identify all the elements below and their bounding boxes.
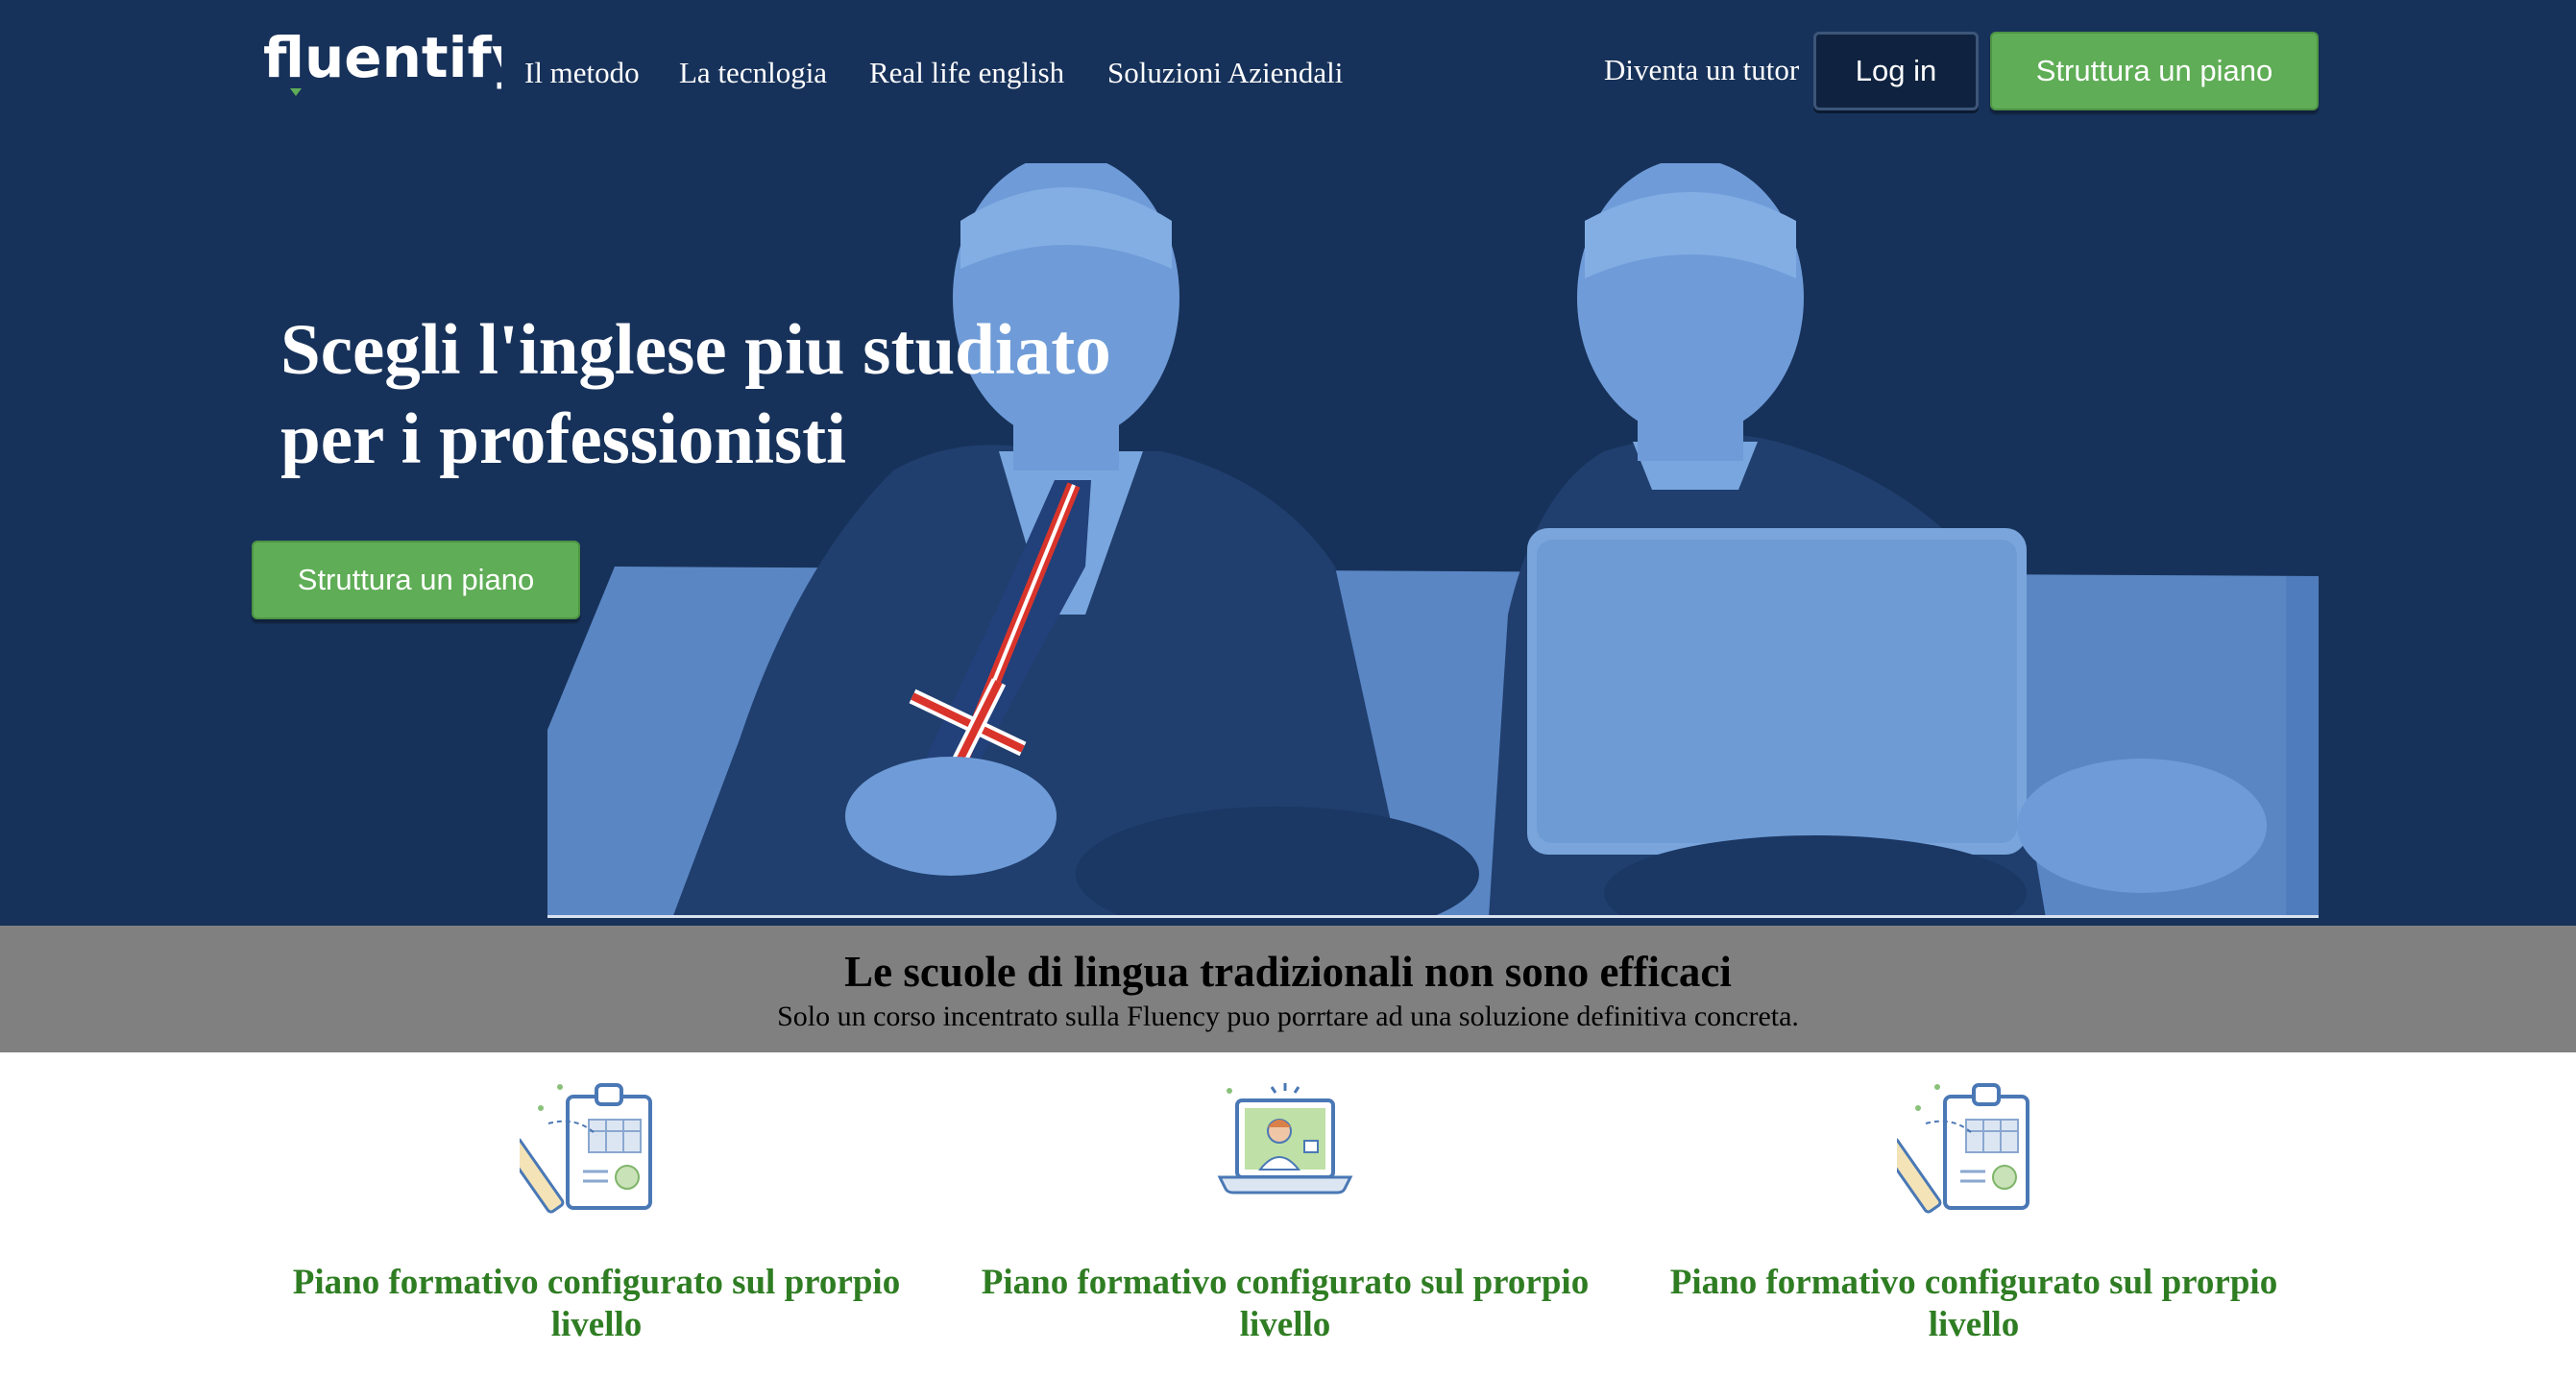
feature-text-2: Piano formativo configurato sul prorpio … bbox=[981, 1263, 1590, 1344]
info-band: Le scuole di lingua tradizionali non son… bbox=[0, 926, 2576, 1052]
nav-link-tecnologia[interactable]: La tecnlogia bbox=[679, 56, 827, 90]
hero-image-businessmen bbox=[547, 163, 2319, 918]
hero-title-line1: Scegli l'inglese piu studiato bbox=[280, 310, 1111, 390]
nav-link-diventa-tutor[interactable]: Diventa un tutor bbox=[1604, 53, 1799, 87]
feature-card-2: Piano formativo configurato sul prorpio … bbox=[959, 1077, 1612, 1346]
logo-wordmark: fluentify bbox=[263, 25, 501, 90]
band-title: Le scuole di lingua tradizionali non son… bbox=[844, 948, 1732, 996]
hero-title: Scegli l'inglese piu studiato per i prof… bbox=[280, 305, 1203, 484]
feature-card-3: Piano formativo configurato sul prorpio … bbox=[1647, 1077, 2300, 1346]
nav-link-real-life-english[interactable]: Real life english bbox=[869, 56, 1064, 90]
hero-title-line2: per i professionisti bbox=[280, 399, 846, 479]
login-button[interactable]: Log in bbox=[1813, 32, 1979, 110]
nav-link-soluzioni-aziendali[interactable]: Soluzioni Aziendali bbox=[1107, 56, 1343, 90]
struttura-piano-nav-button[interactable]: Struttura un piano bbox=[1990, 32, 2319, 110]
laptop-tutor-icon bbox=[1217, 1083, 1353, 1195]
band-subtitle: Solo un corso incentrato sulla Fluency p… bbox=[777, 1001, 1799, 1032]
feature-card-1: Piano formativo configurato sul prorpio … bbox=[270, 1077, 923, 1346]
nav-link-metodo[interactable]: Il metodo bbox=[524, 56, 640, 90]
feature-text-1: Piano formativo configurato sul prorpio … bbox=[292, 1263, 901, 1344]
hero-divider bbox=[547, 915, 2319, 918]
landing-page: fluentify Il metodo La tecnlogia Real li… bbox=[0, 0, 2576, 1400]
clipboard-chart-icon bbox=[1897, 1083, 2029, 1214]
clipboard-chart-icon bbox=[520, 1083, 652, 1214]
hero-section: fluentify Il metodo La tecnlogia Real li… bbox=[0, 0, 2576, 926]
feature-text-3: Piano formativo configurato sul prorpio … bbox=[1669, 1263, 2278, 1344]
struttura-piano-hero-button[interactable]: Struttura un piano bbox=[252, 541, 580, 619]
fluentify-logo[interactable]: fluentify bbox=[261, 13, 528, 100]
